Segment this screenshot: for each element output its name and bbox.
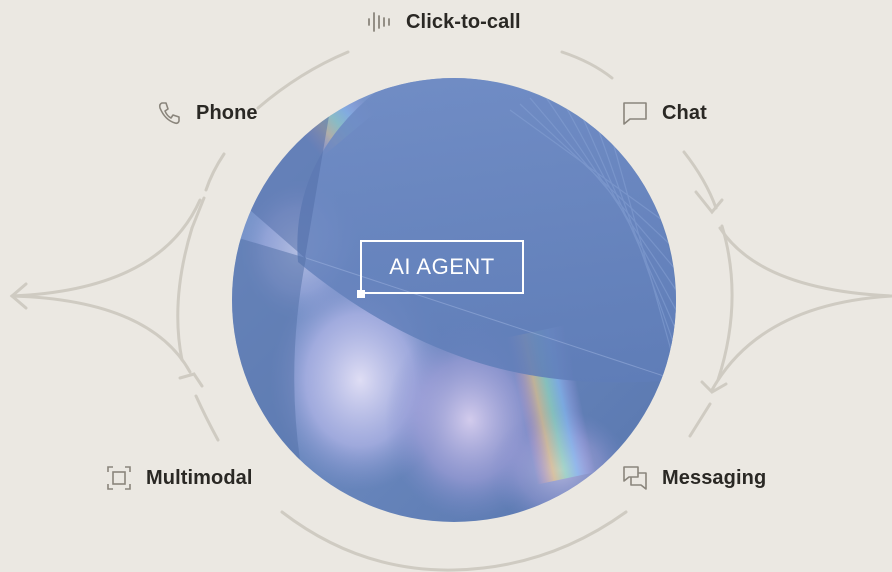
ai-agent-label-box: AI AGENT [357,240,524,298]
label-corner-marker [357,290,365,298]
channel-messaging[interactable]: Messaging [622,465,766,491]
channel-click-to-call[interactable]: Click-to-call [366,9,521,35]
channel-phone[interactable]: Phone [156,100,258,126]
left-connector [9,196,206,388]
right-connector [694,190,892,394]
messaging-label: Messaging [662,466,767,489]
agent-orb [232,78,676,522]
diagram-canvas: AI AGENT Click-to-call Phone Chat Multim… [0,0,892,572]
channel-multimodal[interactable]: Multimodal [106,465,253,491]
multimodal-label: Multimodal [146,466,253,489]
frame-icon [106,465,132,491]
ring-arc-right-lower [688,402,712,438]
chat-bubble-icon [622,100,648,126]
ring-arc-right-upper [682,150,718,210]
phone-icon [156,100,182,126]
click-to-call-label: Click-to-call [406,10,521,33]
ring-arc-top-right [560,50,614,80]
ring-arc-left-upper [204,152,226,192]
ring-arc-top-left [256,50,350,110]
ai-agent-label: AI AGENT [389,254,495,279]
phone-label: Phone [196,101,258,124]
messages-icon [622,465,648,491]
chat-label: Chat [662,101,707,124]
waveform-icon [366,9,392,35]
channel-chat[interactable]: Chat [622,100,707,126]
ring-arc-left-lower [194,394,220,442]
